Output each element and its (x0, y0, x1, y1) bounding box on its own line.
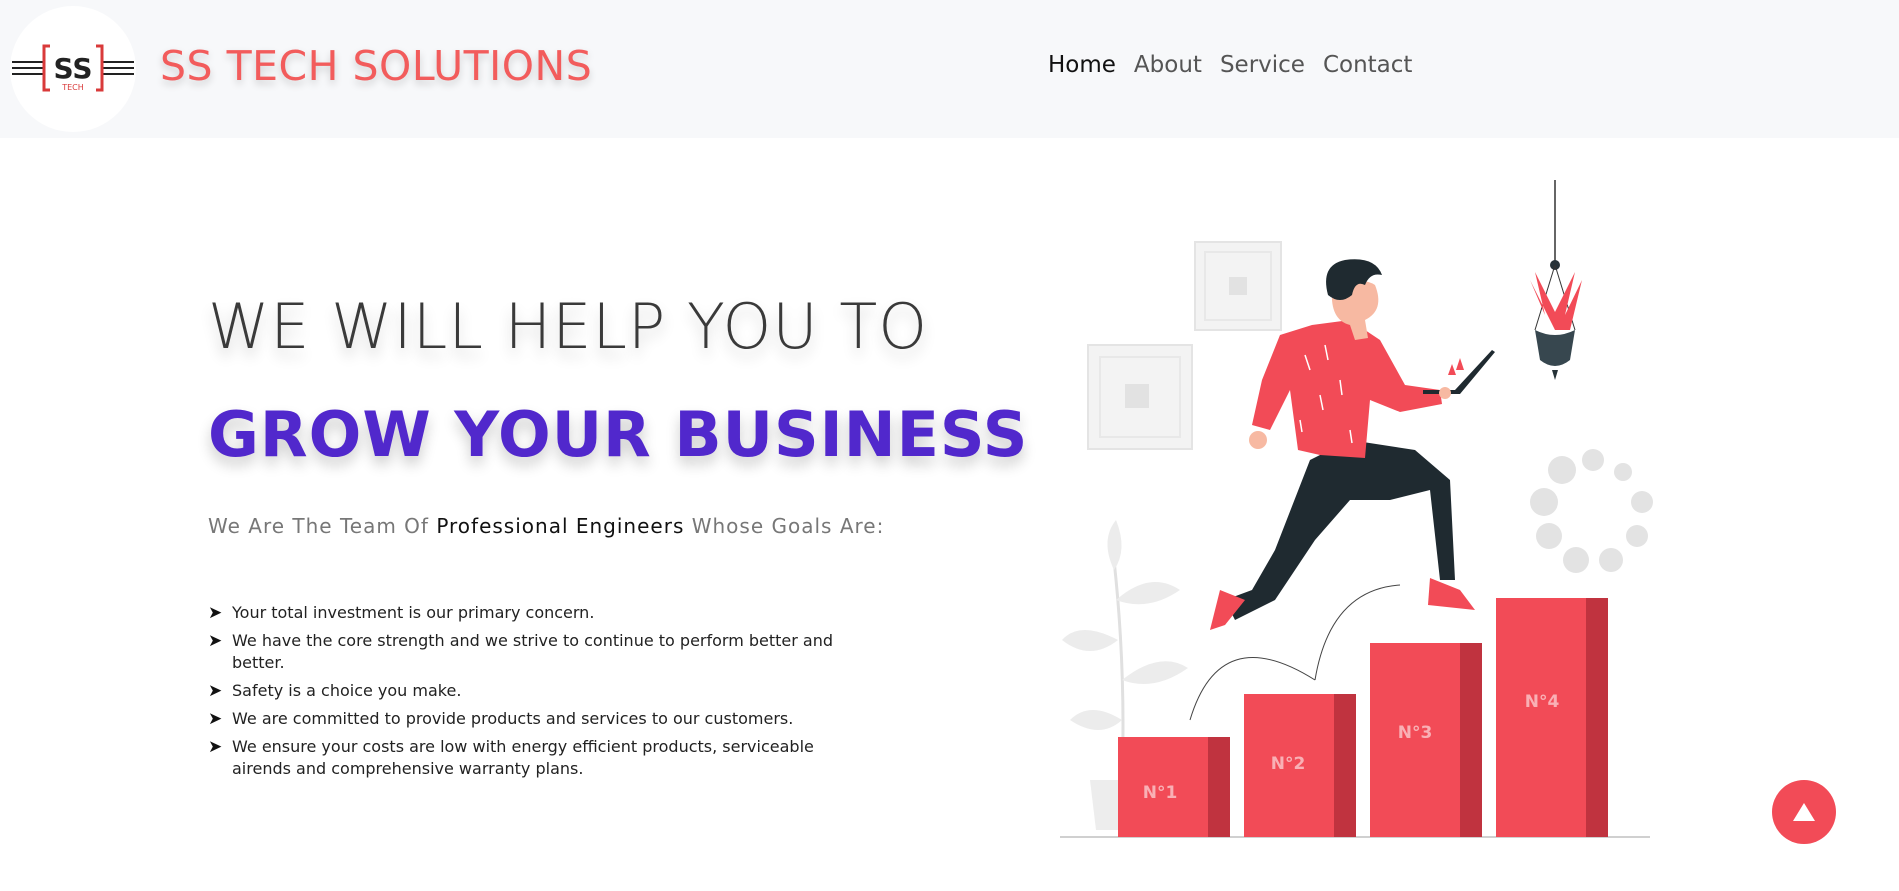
hero-heading-line2: GROW YOUR BUSINESS (208, 398, 1029, 471)
goal-item: ➤ Safety is a choice you make. (208, 680, 868, 702)
arrow-bullet-icon: ➤ (208, 681, 223, 701)
goal-text: Your total investment is our primary con… (232, 603, 595, 622)
goal-text: We ensure your costs are low with energy… (232, 737, 814, 778)
goal-item: ➤ We are committed to provide products an… (208, 708, 868, 730)
step-4-label: N°4 (1525, 692, 1560, 712)
brand-title[interactable]: SS TECH SOLUTIONS (160, 42, 592, 90)
logo[interactable]: SS TECH (10, 6, 136, 132)
nav-about[interactable]: About (1134, 52, 1202, 78)
team-highlight: Professional Engineers (436, 514, 685, 538)
step-4: N°4 (1496, 598, 1608, 837)
loading-dots-icon (1530, 449, 1653, 573)
logo-subtext: TECH (61, 83, 84, 92)
goal-item: ➤ We ensure your costs are low with energ… (208, 736, 868, 780)
step-1: N°1 (1118, 737, 1230, 837)
hanging-plant-icon (1530, 170, 1582, 380)
goal-text: We have the core strength and we strive … (232, 631, 834, 672)
logo-text: SS (53, 52, 92, 85)
scroll-to-top-button[interactable] (1772, 780, 1836, 844)
arrow-bullet-icon: ➤ (208, 709, 223, 729)
logo-icon: SS TECH (12, 44, 134, 92)
team-prefix: We Are The Team Of (208, 514, 429, 538)
arrow-bullet-icon: ➤ (208, 603, 223, 623)
step-2: N°2 (1244, 694, 1356, 837)
hero-illustration: N°1 N°2 N°3 N°4 (1030, 170, 1670, 840)
nav-home[interactable]: Home (1048, 52, 1116, 78)
team-suffix: Whose Goals Are: (691, 514, 885, 538)
step-3-label: N°3 (1398, 723, 1433, 743)
triangle-up-icon (1793, 803, 1815, 821)
hero-heading-line1: WE WILL HELP YOU TO (208, 290, 929, 363)
arrow-bullet-icon: ➤ (208, 631, 223, 651)
goal-text: Safety is a choice you make. (232, 681, 462, 700)
nav-contact[interactable]: Contact (1323, 52, 1412, 78)
step-1-label: N°1 (1143, 783, 1178, 803)
goal-item: ➤ We have the core strength and we strive… (208, 630, 868, 674)
goal-text: We are committed to provide products and… (232, 709, 794, 728)
arrow-bullet-icon: ➤ (208, 737, 223, 757)
wall-frame-icon (1087, 344, 1193, 450)
navbar: SS TECH SS TECH SOLUTIONS Home About Ser… (0, 0, 1899, 138)
wall-frame-icon (1194, 241, 1282, 331)
growth-illustration-icon: N°1 N°2 N°3 N°4 (1060, 170, 1653, 838)
step-2-label: N°2 (1271, 754, 1306, 774)
team-tagline: We Are The Team Of Professional Engineer… (208, 514, 884, 538)
goals-list: ➤ Your total investment is our primary co… (208, 602, 868, 786)
step-3: N°3 (1370, 643, 1482, 837)
main-nav: Home About Service Contact (1048, 52, 1412, 78)
nav-service[interactable]: Service (1220, 52, 1305, 78)
goal-item: ➤ Your total investment is our primary co… (208, 602, 868, 624)
